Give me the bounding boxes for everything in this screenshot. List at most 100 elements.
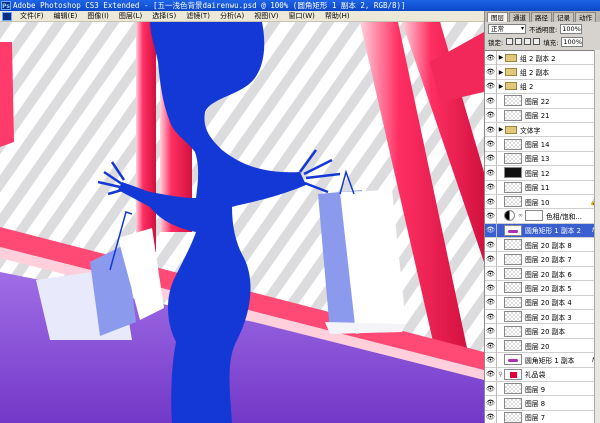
visibility-eye-icon[interactable]: 👁: [485, 324, 497, 339]
menu-filter[interactable]: 滤镜(T): [181, 11, 215, 21]
visibility-eye-icon[interactable]: 👁: [485, 280, 497, 295]
menu-file[interactable]: 文件(F): [15, 11, 49, 21]
layer-row[interactable]: 👁 图层 20 副本 3: [485, 309, 600, 325]
tab-paths[interactable]: 路径: [531, 12, 552, 22]
layer-row[interactable]: 👁 ∞ 色相/饱和...: [485, 209, 600, 224]
pink-pillar: [136, 22, 156, 252]
tab-layers[interactable]: 图层: [487, 12, 508, 22]
expand-arrow-icon[interactable]: ▶: [497, 54, 505, 61]
layer-name: 图层 13: [525, 155, 550, 164]
visibility-eye-icon[interactable]: 👁: [485, 93, 497, 108]
visibility-eye-icon[interactable]: 👁: [485, 352, 497, 367]
layer-row[interactable]: 👁 图层 20: [485, 338, 600, 354]
opacity-input[interactable]: 100%: [560, 23, 583, 34]
lock-all-icon[interactable]: [533, 38, 541, 45]
visibility-eye-icon[interactable]: 👁: [485, 108, 497, 123]
visibility-eye-icon[interactable]: 👁: [485, 51, 497, 65]
layer-row[interactable]: 👁 图层 21: [485, 108, 600, 123]
layer-row[interactable]: 👁 图层 7: [485, 410, 600, 423]
layer-row[interactable]: 👁圆角矩形 1 副本 2fx: [485, 223, 600, 239]
visibility-eye-icon[interactable]: 👁: [485, 122, 497, 137]
layer-row[interactable]: 👁 图层 20 副本: [485, 324, 600, 339]
lock-row: 锁定: 填充: 100%: [485, 35, 600, 48]
layer-row[interactable]: 👁 图层 22: [485, 93, 600, 109]
visibility-eye-icon[interactable]: 👁: [485, 381, 497, 396]
visibility-eye-icon[interactable]: 👁: [485, 309, 497, 324]
layer-row[interactable]: 👁 ▶ 组 2 副本: [485, 65, 600, 80]
menu-edit[interactable]: 编辑(E): [49, 11, 83, 21]
blend-mode-select[interactable]: 正常: [488, 23, 526, 34]
layer-row[interactable]: 👁 图层 13: [485, 151, 600, 167]
menu-view[interactable]: 视图(V): [249, 11, 283, 21]
layer-thumbnail: [504, 253, 522, 265]
layer-row[interactable]: 👁 图层 8: [485, 396, 600, 411]
visibility-eye-icon[interactable]: 👁: [485, 209, 497, 223]
layer-name: 礼品袋: [525, 371, 546, 380]
layer-row[interactable]: 👁 ▶ 组 2: [485, 79, 600, 95]
menu-help[interactable]: 帮助(H): [320, 11, 355, 21]
visibility-eye-icon[interactable]: 👁: [485, 410, 497, 423]
menu-layer[interactable]: 图层(L): [114, 11, 147, 21]
layer-name: 图层 20 副本 8: [525, 241, 572, 250]
visibility-eye-icon[interactable]: 👁: [485, 180, 497, 195]
shape-thumbnail: [504, 354, 522, 366]
layer-name: 图层 11: [525, 184, 550, 193]
layer-thumbnail: [504, 340, 522, 351]
menu-analysis[interactable]: 分析(A): [215, 11, 249, 21]
visibility-eye-icon[interactable]: 👁: [485, 151, 497, 166]
layer-name: 组 2: [520, 83, 534, 92]
layer-name: 图层 20: [525, 342, 550, 351]
folder-icon: [505, 68, 517, 77]
visibility-eye-icon[interactable]: 👁: [485, 223, 497, 238]
layer-row[interactable]: 👁 图层 20 副本 8: [485, 237, 600, 253]
photoshop-menu-icon[interactable]: [2, 11, 12, 21]
visibility-eye-icon[interactable]: 👁: [485, 396, 497, 411]
layer-row[interactable]: 👁图层 10🔒: [485, 194, 600, 210]
lock-position-icon[interactable]: [524, 38, 532, 45]
blend-row: 正常 不透明度: 100%: [485, 22, 600, 35]
visibility-eye-icon[interactable]: 👁: [485, 367, 497, 382]
layer-row[interactable]: 👁 图层 20 副本 7: [485, 252, 600, 267]
tab-channels[interactable]: 通道: [509, 12, 530, 22]
lock-transparency-icon[interactable]: [506, 38, 514, 45]
document-canvas[interactable]: [0, 22, 484, 423]
visibility-eye-icon[interactable]: 👁: [485, 266, 497, 281]
layer-row[interactable]: 👁 图层 20 副本 5: [485, 280, 600, 296]
visibility-eye-icon[interactable]: 👁: [485, 79, 497, 94]
visibility-eye-icon[interactable]: 👁: [485, 252, 497, 267]
expand-arrow-icon[interactable]: ▶: [497, 69, 505, 76]
layer-name: 组 2 副本 2: [520, 54, 556, 63]
menu-select[interactable]: 选择(S): [147, 11, 181, 21]
layer-name: 图层 21: [525, 112, 550, 121]
shape-thumbnail: [504, 224, 522, 236]
layer-row[interactable]: 👁 ▶ 组 2 副本 2: [485, 51, 600, 66]
visibility-eye-icon[interactable]: 👁: [485, 237, 497, 252]
fill-input[interactable]: 100%: [561, 36, 584, 47]
visibility-eye-icon[interactable]: 👁: [485, 338, 497, 353]
layer-row[interactable]: 👁 图层 14: [485, 137, 600, 152]
layer-thumbnail: [504, 152, 522, 164]
visibility-eye-icon[interactable]: 👁: [485, 165, 497, 180]
menu-image[interactable]: 图像(I): [82, 11, 114, 21]
layer-name: 图层 22: [525, 97, 550, 106]
visibility-eye-icon[interactable]: 👁: [485, 295, 497, 310]
visibility-eye-icon[interactable]: 👁: [485, 137, 497, 152]
layer-row[interactable]: 👁 图层 9: [485, 381, 600, 397]
layer-row[interactable]: 👁 图层 12: [485, 165, 600, 181]
layer-row[interactable]: 👁 ⚲ 礼品袋: [485, 367, 600, 382]
visibility-eye-icon[interactable]: 👁: [485, 194, 497, 209]
visibility-eye-icon[interactable]: 👁: [485, 65, 497, 80]
layer-row[interactable]: 👁 图层 20 副本 6: [485, 266, 600, 282]
layer-row[interactable]: 👁圆角矩形 1 副本fx: [485, 352, 600, 368]
expand-arrow-icon[interactable]: ▶: [497, 126, 505, 133]
layer-row[interactable]: 👁 图层 20 副本 4: [485, 295, 600, 311]
layer-row[interactable]: 👁 ▶ 文体字: [485, 122, 600, 138]
layer-list-scrollbar[interactable]: [594, 50, 600, 423]
lock-pixels-icon[interactable]: [515, 38, 523, 45]
expand-arrow-icon[interactable]: ▶: [497, 83, 505, 90]
layer-row[interactable]: 👁 图层 11: [485, 180, 600, 195]
menu-window[interactable]: 窗口(W): [283, 11, 319, 21]
layer-thumbnail: [504, 383, 522, 395]
tab-history[interactable]: 记录: [553, 12, 574, 22]
tab-actions[interactable]: 动作: [575, 12, 596, 22]
